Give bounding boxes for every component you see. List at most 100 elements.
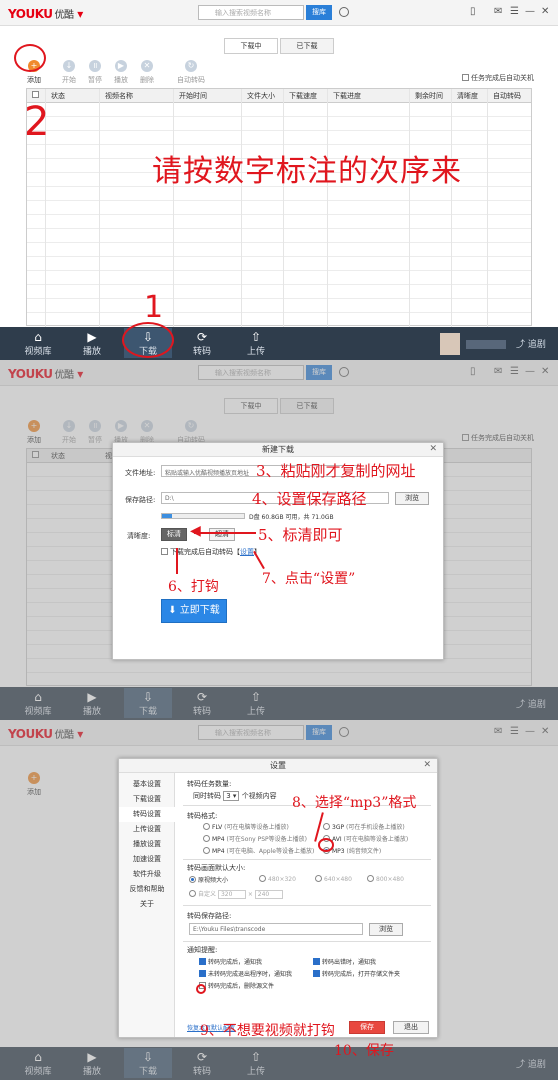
nav-transcode[interactable]: ⟳ 转码 [182, 330, 222, 357]
download-tabs: 下载中 已下载 [224, 38, 334, 54]
close-icon[interactable]: ✕ [541, 6, 549, 17]
sidebar-item-about[interactable]: 关于 [119, 897, 175, 912]
dialog-close-icon[interactable]: ✕ [429, 444, 437, 454]
quality-standard-button[interactable]: 标清 [161, 528, 187, 541]
col-status: 状态 [51, 92, 65, 100]
quality-hd-button[interactable]: 超清 [209, 528, 235, 541]
start-button[interactable]: ↓ 开始 [56, 60, 82, 85]
col-remaining: 剩余时间 [415, 92, 443, 100]
annotation-step-1: 1 [144, 290, 164, 325]
auto-transcode-button[interactable]: ↻ 自动转码 [172, 60, 210, 85]
annotation-circle-add [14, 44, 46, 72]
settings-link[interactable]: 设置 [240, 548, 254, 556]
auto-shutdown-checkbox[interactable]: 任务完成后自动关机 [462, 73, 534, 83]
annotation-step-6: 6、打钩 [168, 579, 219, 595]
nav-video-library[interactable]: ⌂ 视频库 [18, 330, 58, 357]
size-label: 转码画面默认大小: [187, 864, 246, 872]
notify-exit[interactable]: 未转码完成退出程序时，通知我 [199, 969, 292, 978]
col-speed: 下载速度 [289, 92, 317, 100]
save-path-label: 转码保存路径: [187, 912, 232, 920]
format-3gp[interactable]: 3GP (可在手机设备上播放) [323, 822, 405, 831]
annotation-step-2: 2 [24, 99, 50, 145]
play-button[interactable]: ▶ 播放 [108, 60, 134, 85]
nav-upload[interactable]: ⇧ 上传 [236, 330, 276, 357]
download-arrow-icon: ⬇ [168, 605, 177, 616]
panel-download-list: YOUKU 优酷 ▾ 输入搜索视频名称 搜库 ▯ ✉ ☰ — ✕ 下载中 已下载 … [0, 0, 558, 360]
search-button[interactable]: 搜库 [306, 5, 332, 20]
size-original[interactable]: 原视频大小 [189, 875, 228, 884]
concurrent-select[interactable]: 3 ▾ [223, 791, 240, 801]
save-button[interactable]: 保存 [349, 1021, 385, 1034]
sidebar-item-upgrade[interactable]: 软件升级 [119, 867, 175, 882]
browse-button[interactable]: 浏览 [395, 492, 429, 505]
format-avi[interactable]: AVI (可在电脑等设备上播放) [323, 834, 408, 843]
path-label: 保存路径: [125, 496, 156, 504]
col-auto-transcode: 自动转码 [493, 92, 521, 100]
size-custom[interactable]: 自定义 320 × 240 [189, 889, 283, 899]
blurred-thumbnail [440, 333, 460, 355]
youku-logo: YOUKU 优酷 ▾ [8, 7, 83, 21]
sidebar-item-feedback[interactable]: 反馈和帮助 [119, 882, 175, 897]
dialog-title: 设置 [119, 759, 437, 773]
save-path-input[interactable]: E:\Youku Files\transcode [189, 923, 363, 935]
play-icon: ▶ [115, 60, 127, 72]
annotation-step-4: 4、设置保存路径 [252, 490, 367, 508]
dialog-title: 新建下载 [113, 443, 443, 457]
notify-open-folder[interactable]: 转码完成后，打开存储文件夹 [313, 969, 400, 978]
annotation-step-7: 7、点击“设置” [262, 571, 356, 587]
sidebar-item-upload[interactable]: 上传设置 [119, 822, 175, 837]
nav-play[interactable]: ▶ 播放 [72, 330, 112, 357]
size-480[interactable]: 480×320 [259, 875, 296, 883]
format-flv[interactable]: FLV (可在电脑等设备上播放) [203, 822, 289, 831]
divider [183, 859, 431, 860]
tab-downloaded[interactable]: 已下载 [280, 38, 334, 54]
tab-downloading[interactable]: 下载中 [224, 38, 278, 54]
annotation-step-3: 3、粘贴刚才复制的网址 [256, 462, 416, 480]
notify-delete-source[interactable]: 转码完成后，删除源文件 [199, 981, 274, 990]
col-file-size: 文件大小 [247, 92, 275, 100]
url-label: 文件地址: [125, 469, 156, 477]
notify-done[interactable]: 转码完成后，通知我 [199, 957, 262, 966]
menu-icon[interactable]: ☰ [510, 6, 519, 17]
format-mp4-apple[interactable]: MP4 (可在电脑、Apple等设备上播放) [203, 846, 314, 855]
annotation-step-9: 9、不想要视频就打钩 [200, 1023, 335, 1039]
format-label: 转码格式: [187, 812, 218, 820]
upload-arrow-icon: ⇧ [250, 330, 262, 344]
search-input[interactable]: 输入搜索视频名称 [198, 5, 304, 20]
pause-button[interactable]: ॥ 暂停 [82, 60, 108, 85]
settings-sidebar: 基本设置 下载设置 转码设置 上传设置 播放设置 加速设置 软件升级 反馈和帮助… [119, 773, 175, 1037]
title-bar: YOUKU 优酷 ▾ 输入搜索视频名称 搜库 ▯ ✉ ☰ — ✕ [0, 0, 558, 26]
sidebar-item-play[interactable]: 播放设置 [119, 837, 175, 852]
play-circle-icon: ▶ [87, 330, 97, 344]
concurrent-label: 转码任务数量: [187, 780, 232, 788]
notify-error[interactable]: 转码出错时，通知我 [313, 957, 376, 966]
download-now-button[interactable]: ⬇ 立即下载 [161, 599, 227, 623]
sidebar-item-download[interactable]: 下载设置 [119, 792, 175, 807]
pause-icon: ॥ [89, 60, 101, 72]
select-all-checkbox[interactable] [32, 91, 41, 99]
notify-label: 通知提醒: [187, 946, 218, 954]
sidebar-item-basic[interactable]: 基本设置 [119, 777, 175, 792]
browse-button[interactable]: 浏览 [369, 923, 403, 936]
arrow-line-6 [176, 548, 178, 574]
sidebar-item-transcode[interactable]: 转码设置 [119, 807, 175, 822]
exit-button[interactable]: 退出 [393, 1021, 429, 1034]
follow-series-button[interactable]: ⤴ 追剧 [516, 337, 546, 350]
annotation-circle-mp3 [318, 838, 334, 852]
size-800[interactable]: 800×480 [367, 875, 404, 883]
format-mp4-psp[interactable]: MP4 (可在Sony PSP等设备上播放) [203, 834, 307, 843]
phone-icon[interactable]: ▯ [470, 6, 476, 17]
message-icon[interactable]: ✉ [494, 6, 502, 17]
delete-button[interactable]: ✕ 删除 [134, 60, 160, 85]
table-header: 状态 视频名称 开始时间 文件大小 下载速度 下载进度 剩余时间 清晰度 自动转… [27, 89, 531, 103]
size-640[interactable]: 640×480 [315, 875, 352, 883]
blurred-username [466, 340, 506, 349]
annotation-step-8: 8、选择“mp3”格式 [292, 795, 417, 811]
minimize-icon[interactable]: — [525, 6, 535, 17]
download-icon: ↓ [63, 60, 75, 72]
annotation-circle-download [122, 322, 174, 358]
sidebar-item-accelerate[interactable]: 加速设置 [119, 852, 175, 867]
annotation-step-10: 10、保存 [334, 1043, 394, 1059]
dialog-close-icon[interactable]: ✕ [423, 760, 431, 770]
history-clock-icon[interactable] [339, 7, 349, 17]
